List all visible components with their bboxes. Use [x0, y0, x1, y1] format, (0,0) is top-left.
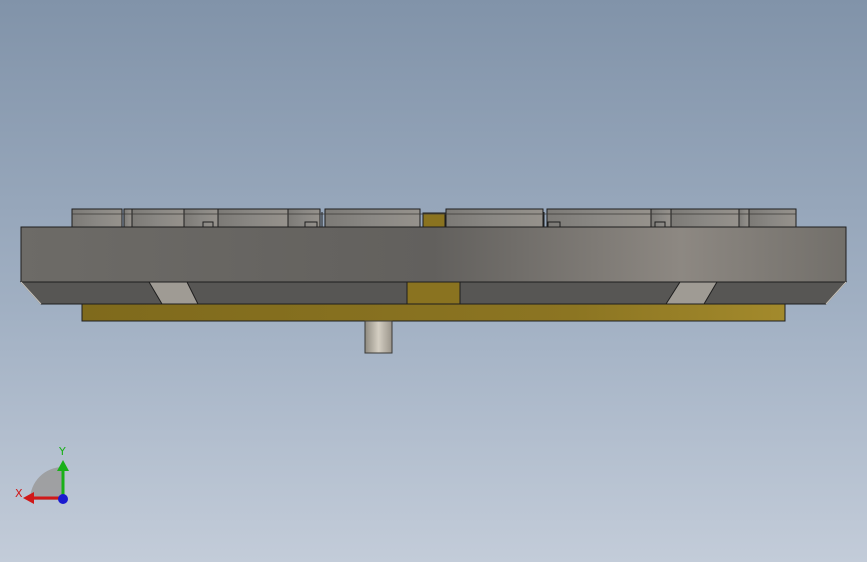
keycap — [217, 208, 289, 228]
keycap — [748, 208, 797, 228]
axis-triad: Y X — [15, 445, 69, 504]
keycap — [287, 208, 321, 228]
keycap — [71, 208, 123, 228]
x-axis-label: X — [15, 487, 23, 500]
graphics-viewport[interactable]: Y X — [0, 0, 867, 562]
shaft[interactable] — [364, 320, 393, 354]
gold-block — [406, 281, 461, 305]
model-view[interactable]: Y X — [0, 0, 867, 562]
keycap — [123, 208, 133, 228]
keycap — [445, 208, 544, 228]
keycap — [131, 208, 185, 228]
triad-plane — [30, 467, 63, 500]
keycap — [324, 208, 421, 228]
keycap — [546, 208, 652, 228]
gold-plate[interactable] — [81, 303, 786, 322]
keycaps-row[interactable] — [71, 208, 797, 228]
keycap — [650, 208, 672, 228]
x-axis-arrow — [23, 492, 34, 504]
keycap-gold-center — [422, 212, 446, 228]
keycap — [670, 208, 740, 228]
y-axis-label: Y — [58, 445, 66, 458]
main-body[interactable] — [20, 226, 847, 283]
z-axis-dot — [58, 494, 68, 504]
lower-chamfer[interactable] — [19, 281, 848, 305]
keycap — [738, 208, 750, 228]
y-axis-arrow — [57, 460, 69, 471]
